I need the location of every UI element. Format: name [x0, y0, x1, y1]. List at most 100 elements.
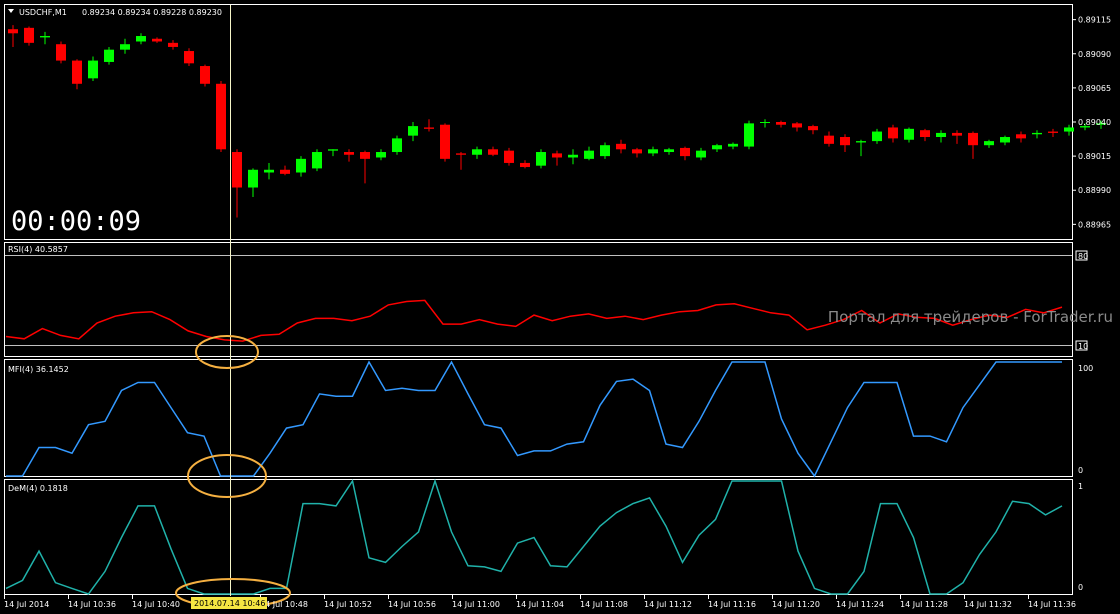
time-axis-label: 14 Jul 11:36	[1028, 600, 1076, 609]
bear-candle	[792, 123, 802, 128]
bear-candle	[952, 132, 962, 136]
rsi-level-10: 10	[1078, 342, 1088, 351]
bull-candle	[536, 152, 546, 166]
bear-candle	[1048, 131, 1058, 133]
bear-candle	[520, 162, 530, 168]
bear-candle	[424, 127, 434, 129]
dem-level-0: 0	[1078, 583, 1083, 592]
bull-candle	[88, 60, 98, 79]
bear-candle	[344, 152, 354, 155]
bull-candle	[696, 150, 706, 158]
bear-candle	[168, 42, 178, 47]
time-axis-label: 14 Jul 10:56	[388, 600, 436, 609]
bull-candle	[296, 158, 306, 173]
bear-candle	[888, 127, 898, 139]
time-axis-label: 14 Jul 11:24	[836, 600, 884, 609]
bull-candle	[104, 49, 114, 62]
time-axis-label: 14 Jul 11:32	[964, 600, 1012, 609]
bear-candle	[440, 124, 450, 159]
crosshair-date-label: 2014.07.14 10:46	[194, 599, 265, 608]
bull-candle	[1032, 132, 1042, 135]
bull-candle	[856, 141, 866, 143]
bear-candle	[152, 38, 162, 42]
bull-candle	[568, 154, 578, 158]
time-axis-label: 14 Jul 11:20	[772, 600, 820, 609]
bull-candle	[664, 149, 674, 153]
bull-candle	[728, 143, 738, 147]
bear-candle	[456, 153, 466, 155]
bear-candle	[8, 29, 18, 34]
bull-candle	[760, 122, 770, 123]
bull-candle	[1000, 137, 1010, 143]
rsi-label: RSI(4) 40.5857	[8, 245, 68, 254]
bear-candle	[632, 149, 642, 154]
bull-candle	[312, 152, 322, 169]
bull-candle	[584, 150, 594, 159]
time-axis-label: 14 Jul 10:52	[324, 600, 372, 609]
bull-candle	[648, 149, 658, 154]
bull-candle	[376, 152, 386, 158]
bull-candle	[472, 149, 482, 155]
chart-background	[0, 0, 1120, 614]
bear-candle	[680, 147, 690, 157]
bull-candle	[264, 169, 274, 173]
bull-candle	[1064, 127, 1074, 132]
bear-candle	[616, 143, 626, 150]
time-axis-label: 14 Jul 11:12	[644, 600, 692, 609]
price-axis-label: 0.88965	[1078, 220, 1111, 229]
watermark-text: Портал для трейдеров - ForTrader.ru	[828, 308, 1113, 326]
bull-candle	[328, 149, 338, 151]
bull-candle	[408, 126, 418, 136]
bull-candle	[136, 36, 146, 42]
bear-candle	[488, 149, 498, 155]
bear-candle	[232, 152, 242, 188]
bear-candle	[184, 51, 194, 64]
time-axis-label: 14 Jul 10:48	[260, 600, 308, 609]
time-axis-label: 14 Jul 11:16	[708, 600, 756, 609]
bull-candle	[904, 128, 914, 140]
bull-candle	[392, 138, 402, 153]
time-axis-label: 14 Jul 10:36	[68, 600, 116, 609]
bull-candle	[744, 123, 754, 147]
price-axis-label: 0.88990	[1078, 186, 1111, 195]
bar-countdown-timer: 00:00:09	[11, 206, 141, 237]
bear-candle	[216, 83, 226, 150]
bear-candle	[1016, 134, 1026, 139]
price-axis-label: 0.89015	[1078, 152, 1111, 161]
time-axis-label: 14 Jul 2014	[4, 600, 49, 609]
mfi-label: MFI(4) 36.1452	[8, 365, 69, 374]
bear-candle	[840, 137, 850, 146]
time-axis-label: 14 Jul 10:40	[132, 600, 180, 609]
bull-candle	[936, 132, 946, 138]
bull-candle	[120, 44, 130, 50]
price-axis-label: 0.89065	[1078, 84, 1111, 93]
bear-candle	[824, 135, 834, 144]
bear-candle	[24, 27, 34, 43]
bear-candle	[280, 169, 290, 174]
mfi-level-100: 100	[1078, 364, 1093, 373]
bear-candle	[920, 130, 930, 138]
time-axis-label: 14 Jul 11:00	[452, 600, 500, 609]
bear-candle	[72, 60, 82, 84]
symbol-label: USDCHF,M1	[19, 8, 67, 17]
time-axis-label: 14 Jul 11:08	[580, 600, 628, 609]
time-axis-label: 14 Jul 11:04	[516, 600, 564, 609]
bear-candle	[968, 132, 978, 146]
price-axis-label: 0.89115	[1078, 16, 1111, 25]
bear-candle	[56, 44, 66, 61]
price-axis-label: 0.89040	[1078, 118, 1111, 127]
bull-candle	[872, 131, 882, 142]
bull-candle	[40, 36, 50, 38]
bear-candle	[360, 152, 370, 159]
time-axis-label: 14 Jul 11:28	[900, 600, 948, 609]
price-axis-label: 0.89090	[1078, 50, 1111, 59]
bear-candle	[808, 126, 818, 131]
bull-candle	[600, 145, 610, 157]
dem-label: DeM(4) 0.1818	[8, 484, 68, 493]
bull-candle	[712, 145, 722, 150]
bull-candle	[248, 169, 258, 188]
bear-candle	[552, 153, 562, 158]
dem-level-1: 1	[1078, 482, 1083, 491]
ohlc-values: 0.89234 0.89234 0.89228 0.89230	[82, 8, 222, 17]
trading-chart[interactable]: USDCHF,M1 0.89234 0.89234 0.89228 0.8923…	[0, 0, 1120, 614]
